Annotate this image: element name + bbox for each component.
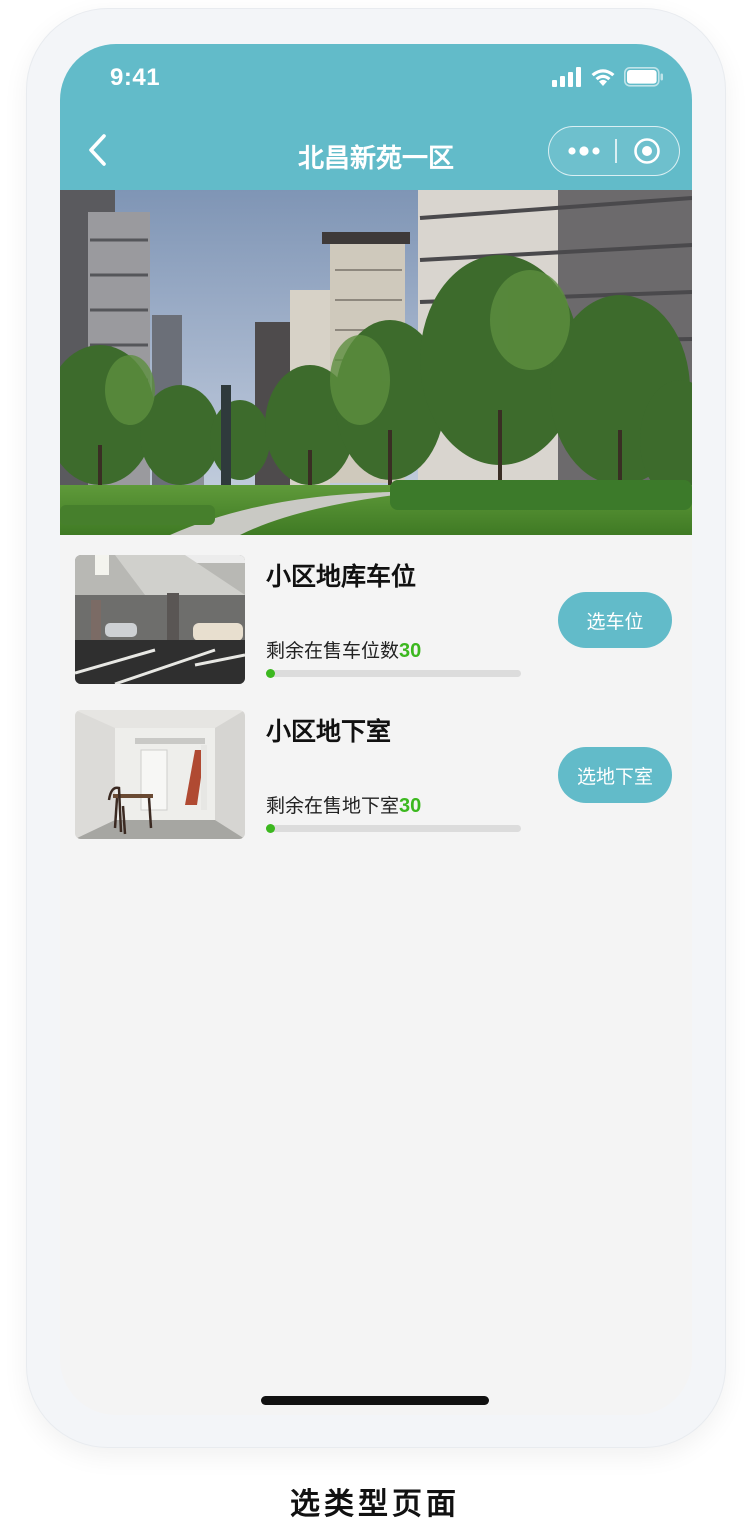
parking-thumbnail <box>75 555 245 684</box>
mini-program-capsule <box>548 126 680 176</box>
remaining-text: 剩余在售车位数30 <box>266 636 421 663</box>
top-bar: 9:41 北昌新苑一区 <box>60 44 692 190</box>
item-title: 小区地库车位 <box>266 562 417 591</box>
remaining-count: 30 <box>399 640 422 662</box>
page-caption: 选类型页面 <box>290 1487 460 1522</box>
list-item: 小区地库车位 剩余在售车位数30 选车位 <box>60 535 692 690</box>
battery-icon <box>624 67 663 87</box>
progress-fill <box>266 669 275 678</box>
select-basement-button[interactable]: 选地下室 <box>558 747 672 803</box>
status-time: 9:41 <box>110 64 161 91</box>
remaining-text: 剩余在售地下室30 <box>266 791 421 818</box>
item-title: 小区地下室 <box>266 717 392 746</box>
sale-progress-bar <box>266 824 521 833</box>
close-target-icon[interactable] <box>633 137 661 165</box>
remaining-label: 剩余在售地下室 <box>266 795 400 817</box>
list-item: 小区地下室 剩余在售地下室30 选地下室 <box>60 690 692 845</box>
capsule-divider <box>615 139 617 163</box>
phone-screen: 9:41 北昌新苑一区 小区地库车位 剩余在售车位数30 选车位 小区地下室 剩… <box>60 44 692 1415</box>
more-dots-icon[interactable] <box>567 141 601 161</box>
wifi-icon <box>591 69 615 86</box>
remaining-count: 30 <box>399 795 422 817</box>
type-list: 小区地库车位 剩余在售车位数30 选车位 小区地下室 剩余在售地下室30 选地下… <box>60 535 692 845</box>
remaining-label: 剩余在售车位数 <box>266 640 400 662</box>
status-icons <box>552 66 664 88</box>
banner-image <box>60 190 692 535</box>
home-indicator <box>261 1396 489 1405</box>
select-parking-button[interactable]: 选车位 <box>558 592 672 648</box>
basement-thumbnail <box>75 710 245 839</box>
sale-progress-bar <box>266 669 521 678</box>
signal-icon <box>552 67 581 87</box>
progress-fill <box>266 824 275 833</box>
